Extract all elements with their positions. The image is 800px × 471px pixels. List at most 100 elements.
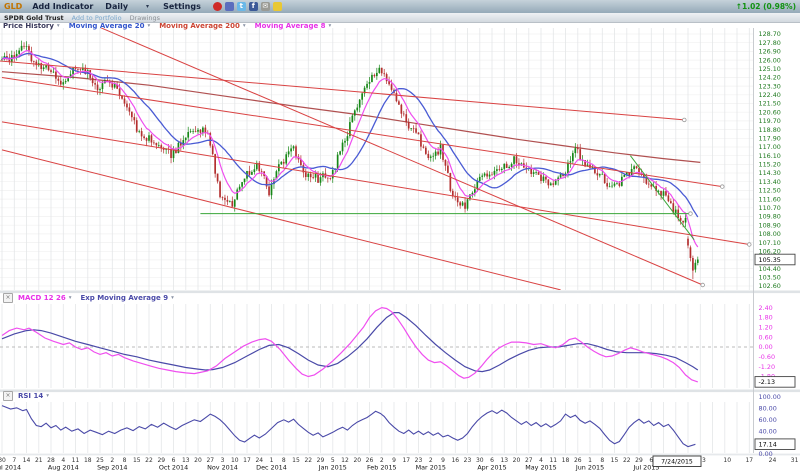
svg-text:40.00: 40.00 [759,427,777,435]
chevron-down-icon[interactable]: ▾ [146,3,149,10]
svg-text:Mar 2015: Mar 2015 [416,464,446,471]
svg-text:120.60: 120.60 [759,108,781,116]
chevron-down-icon[interactable]: ▾ [147,23,150,29]
svg-text:80.00: 80.00 [759,405,777,413]
svg-text:3: 3 [702,457,706,464]
svg-text:116.10: 116.10 [759,152,781,160]
svg-text:104.40: 104.40 [759,265,781,273]
ma200-dropdown[interactable]: Moving Average 200 [159,22,240,30]
chart-canvas[interactable]: 128.70127.80126.90126.00125.10124.20123.… [0,0,800,471]
svg-text:Aug 2014: Aug 2014 [48,464,79,471]
close-icon[interactable]: × [3,293,13,303]
macd-dropdown[interactable]: MACD 12 26 [18,294,66,302]
svg-text:14: 14 [23,457,31,464]
ma8-line [2,51,698,247]
svg-text:23: 23 [464,457,472,464]
svg-text:125.10: 125.10 [759,65,781,73]
svg-text:126.90: 126.90 [759,48,781,56]
add-indicator-button[interactable]: Add Indicator [32,2,93,11]
macd-panel-header: × MACD 12 26▾ Exp Moving Average 9▾ [3,293,183,303]
close-icon[interactable]: × [3,391,13,401]
svg-text:2.40: 2.40 [759,304,773,312]
svg-text:Jun 2015: Jun 2015 [575,464,604,471]
svg-text:15: 15 [292,457,300,464]
svg-text:128.70: 128.70 [759,30,781,38]
drawings-button[interactable]: Drawings [130,14,160,22]
svg-text:113.40: 113.40 [759,178,781,186]
svg-text:20: 20 [194,457,202,464]
chevron-down-icon[interactable]: ▾ [69,295,72,301]
svg-text:111.60: 111.60 [759,195,781,203]
record-icon[interactable] [213,2,222,11]
svg-text:117.90: 117.90 [759,134,781,142]
chevron-down-icon[interactable]: ▾ [243,23,246,29]
svg-text:118.80: 118.80 [759,126,781,134]
security-name: SPDR Gold Trust [4,14,64,22]
svg-text:107.10: 107.10 [759,239,781,247]
ma8-dropdown[interactable]: Moving Average 8 [255,22,326,30]
gld-chart-window: 128.70127.80126.90126.00125.10124.20123.… [0,0,800,471]
svg-text:126.00: 126.00 [759,56,781,64]
svg-text:Jul 2014: Jul 2014 [0,464,21,471]
rsi-dropdown[interactable]: RSI 14 [18,392,43,400]
svg-text:121.50: 121.50 [759,100,781,108]
svg-text:18: 18 [84,457,92,464]
price-change-indicator: ↑1.02 (0.98%) [736,2,796,11]
svg-text:Jan 2015: Jan 2015 [318,464,347,471]
svg-text:17.14: 17.14 [759,441,777,449]
ma20-dropdown[interactable]: Moving Average 20 [69,22,145,30]
timeframe-dropdown[interactable]: Daily [105,2,128,11]
svg-text:108.00: 108.00 [759,230,781,238]
chevron-down-icon[interactable]: ▾ [57,23,60,29]
svg-text:105.35: 105.35 [759,256,781,264]
svg-text:17: 17 [745,457,753,464]
svg-text:1.20: 1.20 [759,324,773,332]
macd-axis-labels: 2.401.801.200.600.00-0.60-1.20-1.80 [759,304,776,381]
vertical-gridlines [2,28,749,453]
twitter-icon[interactable]: t [237,2,246,11]
facebook-icon[interactable]: f [249,2,258,11]
add-to-portfolio-link[interactable]: Add to Portfolio [72,14,122,22]
svg-text:Feb 2015: Feb 2015 [367,464,397,471]
svg-text:110.70: 110.70 [759,204,781,212]
svg-text:18: 18 [562,457,570,464]
svg-text:17: 17 [402,457,410,464]
svg-text:112.50: 112.50 [759,187,781,195]
current-price-box: 105.35 [755,254,795,265]
svg-text:22: 22 [145,457,153,464]
candlestick-series [1,41,699,280]
chevron-down-icon[interactable]: ▾ [46,393,49,399]
price-history-dropdown[interactable]: Price History [3,22,54,30]
svg-text:0.00: 0.00 [759,343,773,351]
rsi-panel-header: × RSI 14▾ [3,391,58,401]
svg-text:123.30: 123.30 [759,82,781,90]
svg-text:24: 24 [769,457,777,464]
svg-text:Oct 2014: Oct 2014 [159,464,188,471]
bell-icon[interactable] [273,2,282,11]
change-value: 1.02 (0.98%) [742,2,796,11]
svg-text:117.00: 117.00 [759,143,781,151]
svg-text:May 2015: May 2015 [525,464,557,471]
macd-current-box: -2.13 [755,377,795,388]
svg-text:10: 10 [723,457,731,464]
settings-button[interactable]: Settings [163,2,201,11]
current-date-box: 7/24/2015 [653,456,701,467]
svg-text:127.80: 127.80 [759,39,781,47]
svg-text:-2.13: -2.13 [759,378,776,386]
chat-icon[interactable] [225,2,234,11]
svg-text:Sep 2014: Sep 2014 [97,464,127,471]
macd-signal-dropdown[interactable]: Exp Moving Average 9 [80,294,168,302]
svg-text:15: 15 [133,457,141,464]
rsi-line [2,406,695,447]
svg-text:60.00: 60.00 [759,416,777,424]
chevron-down-icon[interactable]: ▾ [171,295,174,301]
svg-text:109.80: 109.80 [759,213,781,221]
svg-text:15: 15 [611,457,619,464]
svg-text:20: 20 [513,457,521,464]
svg-text:1.80: 1.80 [759,314,773,322]
svg-text:22: 22 [304,457,312,464]
date-axis-month-labels: Jul 2014Aug 2014Sep 2014Oct 2014Nov 2014… [0,464,659,471]
chevron-down-icon[interactable]: ▾ [329,23,332,29]
email-icon[interactable]: ✉ [261,2,270,11]
svg-text:114.30: 114.30 [759,169,781,177]
